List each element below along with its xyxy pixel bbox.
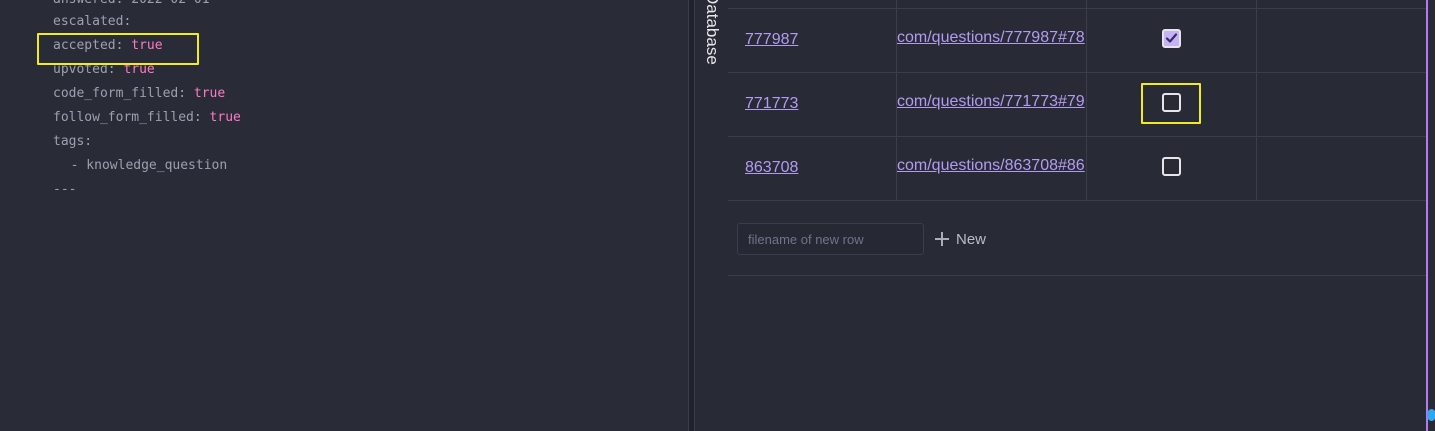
code-line-follow-form-filled: follow_form_filled: true — [53, 110, 241, 125]
row-checkbox[interactable] — [1162, 157, 1181, 176]
highlight-box-checkbox — [1141, 83, 1201, 124]
row-id-link[interactable]: 863708 — [745, 158, 798, 178]
scroll-indicator-dot[interactable] — [1427, 409, 1435, 421]
row-checkbox-checked[interactable] — [1162, 29, 1181, 48]
new-row-button-label: New — [956, 230, 987, 248]
code-line-frontmatter-end: --- — [53, 182, 77, 197]
code-line-tag-item: - knowledge_question — [55, 158, 228, 173]
url-cell: com/questions/771773#79 — [897, 92, 1086, 112]
row-url-link[interactable]: com/questions/777987#78 — [897, 28, 1086, 48]
column-divider — [1256, 0, 1257, 201]
highlight-box-accepted — [37, 33, 199, 65]
row-divider — [728, 275, 1428, 276]
code-line-tags: tags: — [53, 134, 93, 149]
database-pane — [695, 0, 1435, 431]
row-divider — [728, 136, 1428, 137]
checkmark-icon — [1165, 33, 1178, 43]
new-row-filename-input[interactable] — [737, 223, 924, 255]
code-editor[interactable]: answered: 2022-02-01 escalated: accepted… — [0, 0, 688, 431]
row-url-link[interactable]: com/questions/863708#86 — [897, 156, 1086, 176]
active-pane-accent-bar — [1426, 0, 1428, 431]
url-cell: com/questions/863708#86 — [897, 156, 1086, 176]
row-url-link[interactable]: com/questions/771773#79 — [897, 92, 1086, 112]
code-line-escalated: escalated: — [53, 14, 132, 29]
code-line-answered: answered: 2022-02-01 — [53, 0, 210, 10]
new-row-button[interactable]: New — [934, 228, 986, 250]
row-divider — [728, 200, 1428, 201]
code-line-code-form-filled: code_form_filled: true — [53, 86, 226, 101]
row-divider — [728, 72, 1428, 73]
url-cell: com/questions/777987#78 — [897, 28, 1086, 48]
row-divider — [728, 8, 1428, 9]
plus-icon — [934, 231, 950, 247]
pane-splitter[interactable] — [688, 0, 695, 431]
row-id-link[interactable]: 771773 — [745, 94, 798, 114]
database-title: Database — [703, 0, 722, 65]
row-id-link[interactable]: 777987 — [745, 30, 798, 50]
column-divider — [1086, 0, 1087, 201]
